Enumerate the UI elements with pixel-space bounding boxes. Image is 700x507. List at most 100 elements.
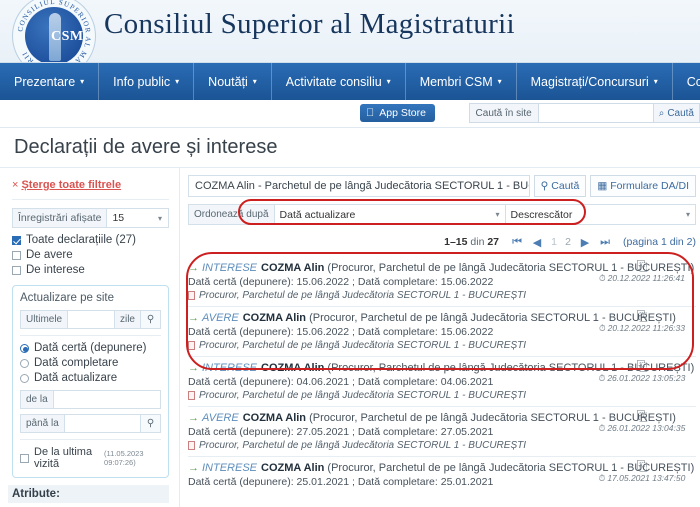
last-days-input[interactable] [68,311,114,328]
order-row: Ordonează după Dată actualizare ▾ Descre… [188,204,696,225]
records-shown-value: 15 [112,212,125,224]
result-type[interactable]: INTERESE [202,262,257,274]
result-timestamp: 26.01.2022 13:04:35 [607,423,686,433]
arrow-right-icon: → [188,312,199,324]
result-type[interactable]: AVERE [202,312,239,324]
radio-data-certa[interactable]: Dată certă (depunere) [20,342,161,354]
date-to-field[interactable]: până la ⚲ [20,414,161,433]
last-days-field[interactable]: Ultimele zile ⚲ [20,310,161,329]
checkbox-icon [12,265,21,275]
filter-checkbox-de-interese[interactable]: De interese [12,264,169,276]
nav-item-activitate-consiliu[interactable]: Activitate consiliu ▾ [272,63,406,100]
utility-bar:  App Store Caută în site ⌕ Caută [0,100,700,128]
result-item[interactable]: → INTERESE COZMA Alin (Procuror, Parchetul… [188,457,696,493]
result-institution: Procuror, Parchetul de pe lângă Judecăto… [199,340,527,351]
download-icon[interactable]: ⎘̲ [590,309,694,322]
site-title: Consiliul Superior al Magistraturii [104,8,515,40]
clock-icon: ⏱ [599,323,606,333]
result-institution: Procuror, Parchetul de pe lângă Judecăto… [199,390,527,401]
document-icon [188,441,195,450]
logo-csm-label: CSM [51,29,84,44]
nav-item-noutati[interactable]: Noutăți ▾ [194,63,272,100]
pagination-last-button[interactable]: ⏭ [595,233,615,251]
site-search-button[interactable]: ⌕ Caută [653,103,700,123]
radio-label: Dată actualizare [34,372,118,384]
nav-item-magistrati-concursuri[interactable]: Magistrați/Concursuri ▾ [517,63,673,100]
radio-label: Dată certă (depunere) [34,342,147,354]
chevron-down-icon: ▾ [252,76,257,86]
forms-da-di-button[interactable]: ▦ Formulare DA/DI [590,175,696,197]
page-title: Declarații de avere și interese [14,136,278,158]
chevron-down-icon: ▾ [80,76,85,86]
date-to-input[interactable] [64,415,140,432]
result-item[interactable]: → INTERESE COZMA Alin (Procuror, Parchetul… [188,257,696,307]
arrow-right-icon: → [188,462,199,474]
result-type[interactable]: INTERESE [202,362,257,374]
download-icon[interactable]: ⎘̲ [590,409,694,422]
clear-all-filters-link[interactable]: × Șterge toate filtrele [12,179,169,191]
results-list: → INTERESE COZMA Alin (Procuror, Parchetul… [188,257,696,493]
filter-checkbox-de-avere[interactable]: De avere [12,249,169,261]
download-icon[interactable]: ⎘̲ [590,259,694,272]
document-icon [188,391,195,400]
nav-item-prezentare[interactable]: Prezentare ▾ [0,63,100,100]
pagination-first-button[interactable]: ⏮ [507,233,527,251]
site-search-label: Caută în site [468,103,538,123]
pagination-page-1[interactable]: 1 [547,236,561,248]
pagination-page-info[interactable]: (pagina 1 din 2) [623,236,696,248]
pagination-page-2[interactable]: 2 [561,236,575,248]
app-store-button[interactable]:  App Store [360,104,435,122]
records-shown-select[interactable]: Înregistrări afișate 15 ▾ [12,208,169,228]
filter-checkbox-toate-declaratiile[interactable]: Toate declarațiile (27) [12,234,169,246]
order-by-label: Ordonează după [188,204,274,225]
forms-button-label: Formulare DA/DI [610,180,689,192]
nav-item-membri-csm[interactable]: Membri CSM ▾ [406,63,517,100]
download-icon[interactable]: ⎘̲ [590,359,694,372]
logo-inner-disc: CSM [25,7,84,62]
result-timestamp-row: ⏱ 20.12.2022 11:26:41 [590,273,694,284]
date-range-search-button[interactable]: ⚲ [140,415,160,432]
main-navigation: Prezentare ▾ Info public ▾ Noutăți ▾ Act… [0,63,700,100]
filter-label: Toate declarațiile (27) [26,234,136,246]
result-item[interactable]: → AVERE COZMA Alin (Procuror, Parchetul de… [188,307,696,357]
date-to-label: până la [21,415,65,432]
filters-sidebar: × Șterge toate filtrele Înregistrări afiș… [0,168,180,507]
result-item[interactable]: → INTERESE COZMA Alin (Procuror, Parchetul… [188,357,696,407]
order-by-select[interactable]: Dată actualizare ▾ [273,204,506,225]
result-timestamp-row: ⏱ 26.01.2022 13:04:35 [590,423,694,434]
date-from-field[interactable]: de la [20,390,161,409]
result-timestamp: 20.12.2022 11:26:41 [607,273,685,283]
search-button[interactable]: ⚲ Caută [533,175,587,197]
result-institution-line: Procuror, Parchetul de pe lângă Judecăto… [188,390,696,401]
result-timestamp: 20.12.2022 11:26:33 [607,323,685,333]
checkbox-icon [12,235,21,245]
result-person-name: COZMA Alin [261,262,325,274]
nav-item-contact[interactable]: Contact ▾ [673,63,700,100]
result-person-name: COZMA Alin [242,412,307,424]
checkbox-icon [20,453,29,463]
site-search-input[interactable] [537,103,654,123]
date-from-input[interactable] [53,391,160,408]
search-query-input[interactable]: COZMA Alin - Parchetul de pe lângă Judec… [188,175,530,197]
csm-logo[interactable]: CONSILIUL SUPERIOR AL MAGISTRATURII CSM [12,0,96,62]
result-type[interactable]: INTERESE [202,462,257,474]
radio-data-completare[interactable]: Dată completare [20,357,161,369]
pagination-prev-button[interactable]: ◀ [527,233,547,251]
result-item[interactable]: → AVERE COZMA Alin (Procuror, Parchetul de… [188,407,696,457]
pagination-next-button[interactable]: ▶ [575,233,595,251]
chevron-down-icon: ▾ [157,213,162,223]
order-by-value: Dată actualizare [279,208,356,221]
order-direction-select[interactable]: Descrescător ▾ [505,204,696,225]
last-visit-checkbox-row[interactable]: De la ultima vizită (11.05.2023 09:07:26… [20,446,161,470]
last-days-search-button[interactable]: ⚲ [140,311,160,328]
nav-label: Membri CSM [419,74,493,89]
result-type[interactable]: AVERE [202,412,239,424]
result-timestamp-row: ⏱ 26.01.2022 13:05:23 [590,373,694,384]
radio-data-actualizare[interactable]: Dată actualizare [20,372,161,384]
nav-item-info-public[interactable]: Info public ▾ [99,63,195,100]
download-icon[interactable]: ⎘̲ [590,459,694,472]
nav-label: Info public [113,74,171,89]
result-institution-line: Procuror, Parchetul de pe lângă Judecăto… [188,440,696,451]
site-update-panel: Actualizare pe site Ultimele zile ⚲ Dată… [12,285,169,478]
result-person-name: COZMA Alin [261,462,325,474]
